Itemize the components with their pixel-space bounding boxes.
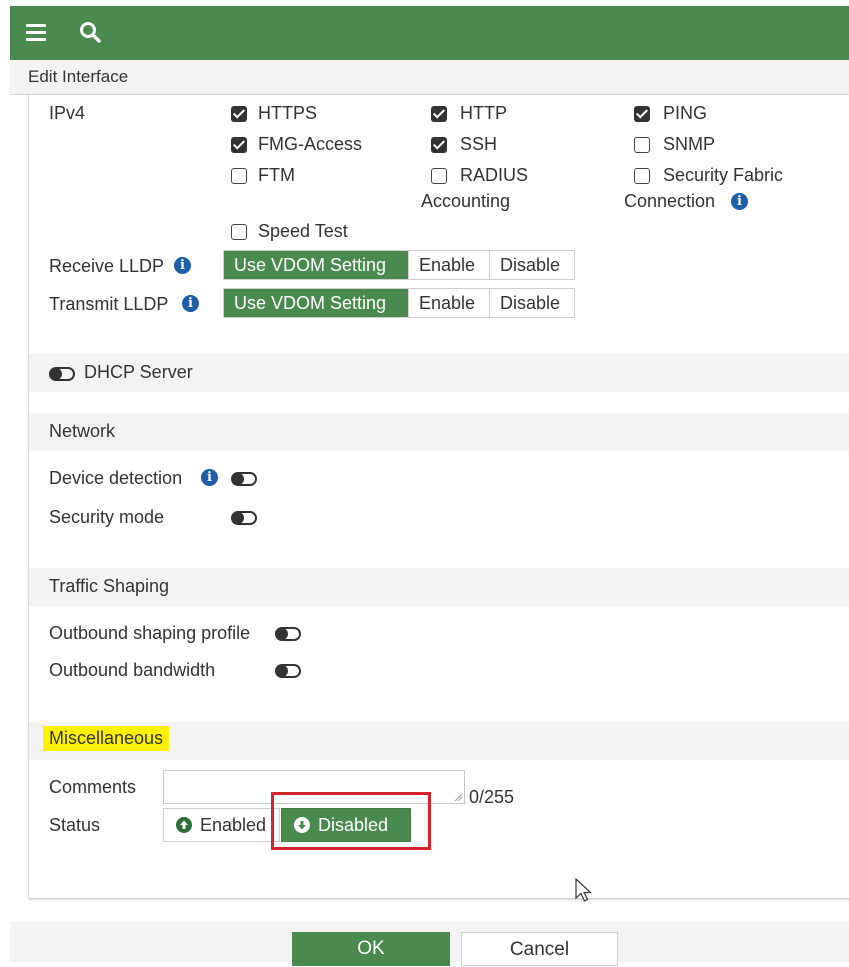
checkbox-radius-label-line2: Accounting <box>421 191 511 211</box>
hamburger-menu-icon[interactable] <box>26 24 46 41</box>
traffic-shaping-section-header: Traffic Shaping <box>29 568 849 606</box>
checkbox-speed-test[interactable] <box>231 224 247 240</box>
receive-lldp-enable[interactable]: Enable <box>408 251 489 279</box>
outbound-shaping-profile-toggle[interactable] <box>275 627 301 641</box>
checkbox-ssh-label: SSH <box>460 134 498 154</box>
ipv4-label: IPv4 <box>49 103 86 123</box>
dhcp-server-label: DHCP Server <box>84 362 193 382</box>
device-detection-label: Device detection <box>49 468 183 488</box>
dialog-title: Edit Interface <box>28 67 129 86</box>
checkbox-ping[interactable] <box>634 106 650 122</box>
checkbox-security-fabric-label-line2: Connection <box>624 191 716 211</box>
dialog-footer: OK Cancel <box>10 922 849 966</box>
miscellaneous-section-header: Miscellaneous <box>29 722 849 760</box>
top-nav-bar <box>10 6 849 60</box>
dhcp-server-toggle[interactable] <box>49 367 75 381</box>
checkbox-ftm[interactable] <box>231 168 247 184</box>
transmit-lldp-label: Transmit LLDP <box>49 294 169 314</box>
network-section-title: Network <box>49 421 116 441</box>
receive-lldp-disable[interactable]: Disable <box>489 251 574 279</box>
checkbox-snmp-label: SNMP <box>663 134 716 154</box>
ok-button[interactable]: OK <box>292 932 450 966</box>
device-detection-info-icon[interactable]: i <box>201 469 218 486</box>
status-label: Status <box>49 815 101 835</box>
receive-lldp-use-vdom[interactable]: Use VDOM Setting <box>224 251 408 279</box>
miscellaneous-section-title: Miscellaneous <box>43 726 170 751</box>
checkbox-snmp[interactable] <box>634 137 650 153</box>
dhcp-server-section: DHCP Server <box>29 354 849 392</box>
traffic-shaping-section-title: Traffic Shaping <box>49 576 170 596</box>
security-mode-toggle[interactable] <box>231 511 257 525</box>
checkbox-speed-test-label: Speed Test <box>258 221 348 241</box>
outbound-bandwidth-label: Outbound bandwidth <box>49 660 216 680</box>
device-detection-toggle[interactable] <box>231 472 257 486</box>
receive-lldp-selector: Use VDOM Setting Enable Disable <box>223 250 575 280</box>
security-mode-label: Security mode <box>49 507 165 527</box>
dialog-title-bar: Edit Interface <box>10 60 849 95</box>
checkbox-fmg-access-label: FMG-Access <box>258 134 363 154</box>
checkbox-https-label: HTTPS <box>258 103 318 123</box>
edit-interface-panel: IPv4 HTTPS HTTP PING FMG-Access SSH SNMP… <box>28 95 849 902</box>
resize-grip-icon[interactable] <box>454 793 462 801</box>
security-fabric-info-icon[interactable]: i <box>731 193 748 210</box>
cancel-button[interactable]: Cancel <box>461 932 618 966</box>
mouse-cursor-icon <box>575 878 593 902</box>
checkbox-http[interactable] <box>431 106 447 122</box>
checkbox-fmg-access[interactable] <box>231 137 247 153</box>
transmit-lldp-info-icon[interactable]: i <box>182 295 199 312</box>
transmit-lldp-disable[interactable]: Disable <box>489 289 574 317</box>
status-enabled-label: Enabled <box>200 815 267 835</box>
search-icon[interactable] <box>78 20 104 46</box>
annotation-highlight-box <box>271 792 431 850</box>
network-section-header: Network <box>29 413 849 451</box>
checkbox-ping-label: PING <box>663 103 708 123</box>
checkbox-radius-label-line1: RADIUS <box>460 165 529 185</box>
comments-counter: 0/255 <box>469 787 515 807</box>
checkbox-http-label: HTTP <box>460 103 507 123</box>
outbound-bandwidth-toggle[interactable] <box>275 664 301 678</box>
checkbox-radius-accounting[interactable] <box>431 168 447 184</box>
checkbox-ftm-label: FTM <box>258 165 295 185</box>
checkbox-https[interactable] <box>231 106 247 122</box>
checkbox-security-fabric[interactable] <box>634 168 650 184</box>
transmit-lldp-selector: Use VDOM Setting Enable Disable <box>223 288 575 318</box>
receive-lldp-label: Receive LLDP <box>49 256 165 276</box>
outbound-shaping-profile-label: Outbound shaping profile <box>49 623 251 643</box>
checkbox-security-fabric-label-line1: Security Fabric <box>663 165 784 185</box>
transmit-lldp-use-vdom[interactable]: Use VDOM Setting <box>224 289 408 317</box>
receive-lldp-info-icon[interactable]: i <box>174 257 191 274</box>
arrow-up-circle-icon <box>176 817 192 833</box>
comments-label: Comments <box>49 777 137 797</box>
checkbox-ssh[interactable] <box>431 137 447 153</box>
transmit-lldp-enable[interactable]: Enable <box>408 289 489 317</box>
status-enabled-button[interactable]: Enabled <box>163 808 280 842</box>
